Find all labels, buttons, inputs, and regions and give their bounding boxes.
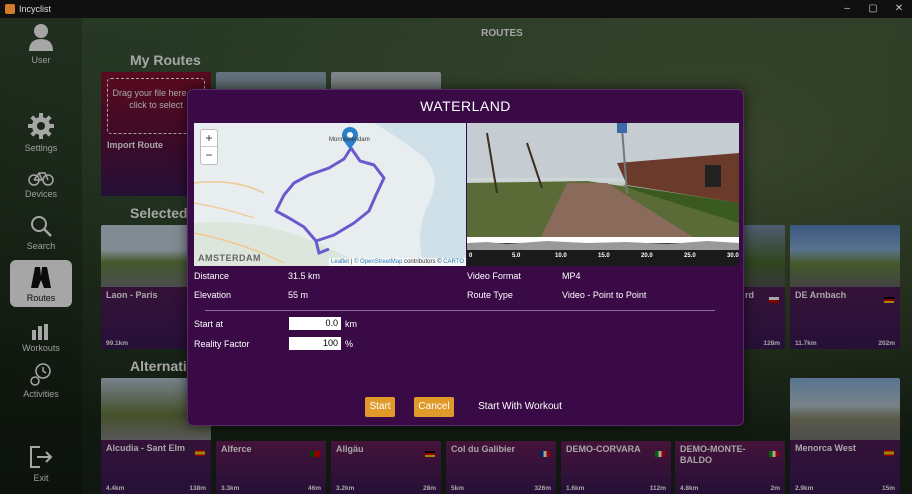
reality-factor-label: Reality Factor <box>194 339 250 349</box>
start-at-unit: km <box>345 319 357 329</box>
elevation-tick-label: 5.0 <box>512 253 521 259</box>
maximize-button[interactable]: ▢ <box>860 0 886 18</box>
route-type-label: Route Type <box>467 290 513 300</box>
video-format-value: MP4 <box>562 271 581 281</box>
app-title: Incyclist <box>19 4 52 14</box>
start-at-label: Start at <box>194 319 224 329</box>
elevation-profile <box>467 237 739 250</box>
leaflet-link[interactable]: Leaflet <box>331 259 349 265</box>
elevation-tick-label: 30.0 <box>727 253 739 259</box>
start-with-workout-button[interactable]: Start With Workout <box>470 397 570 417</box>
route-type-value: Video - Point to Point <box>562 290 647 300</box>
elevation-chart <box>467 241 739 250</box>
close-button[interactable]: ✕ <box>886 0 912 18</box>
elevation-tick-label: 15.0 <box>598 253 610 259</box>
elevation-tick-label: 20.0 <box>641 253 653 259</box>
route-details-dialog: WATERLAND Monnickendam + − AMSTERDAM Lea… <box>187 89 744 426</box>
start-at-input[interactable]: 0.0 <box>289 317 341 330</box>
map-canvas <box>194 123 466 266</box>
attribution-text: contributors © <box>404 259 442 265</box>
osm-link[interactable]: © OpenStreetMap <box>354 259 402 265</box>
cancel-button[interactable]: Cancel <box>414 397 454 417</box>
map-city-label: AMSTERDAM <box>198 253 261 263</box>
divider <box>205 310 715 311</box>
window-titlebar: Incyclist – ▢ ✕ <box>0 0 912 18</box>
map-attribution: Leaflet | © OpenStreetMap contributors ©… <box>329 258 466 266</box>
reality-factor-unit: % <box>345 339 354 349</box>
map-place-label: Monnickendam <box>329 137 370 143</box>
dialog-title: WATERLAND <box>420 98 511 114</box>
reality-factor-input[interactable]: 100 <box>289 337 341 350</box>
elevation-label: Elevation <box>194 290 232 300</box>
elevation-tick-label: 25.0 <box>684 253 696 259</box>
video-format-label: Video Format <box>467 271 521 281</box>
elevation-value: 55 m <box>288 290 309 300</box>
start-button[interactable]: Start <box>365 397 395 417</box>
minimize-button[interactable]: – <box>834 0 860 18</box>
app-logo-icon <box>5 4 15 14</box>
zoom-out-button[interactable]: − <box>201 147 217 164</box>
elevation-tick-label: 10.0 <box>555 253 567 259</box>
route-map[interactable]: Monnickendam + − AMSTERDAM Leaflet | © O… <box>194 123 466 266</box>
carto-link[interactable]: CARTO <box>443 259 464 265</box>
elevation-axis: 0 5.0 10.0 15.0 20.0 25.0 30.0 <box>467 250 739 266</box>
distance-label: Distance <box>194 271 230 281</box>
distance-value: 31.5 km <box>288 271 321 281</box>
map-zoom-control: + − <box>200 129 218 165</box>
zoom-in-button[interactable]: + <box>201 130 217 147</box>
elevation-tick-label: 0 <box>469 253 473 259</box>
